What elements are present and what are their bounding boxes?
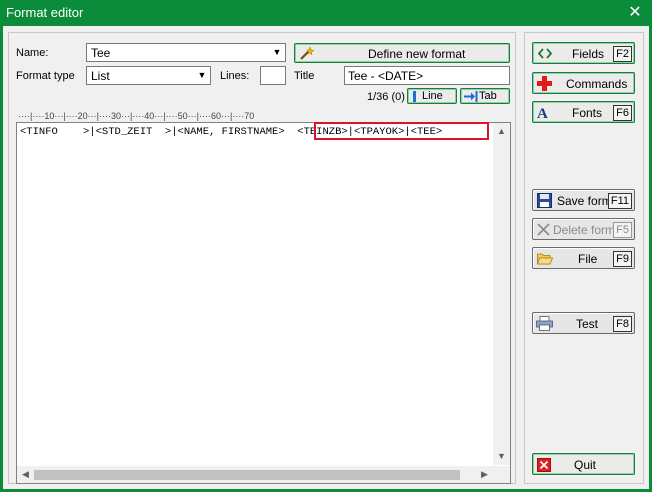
format-editor-window: Format editor ✕ Name: Tee ▼ Define new f… [0,0,652,492]
chevron-down-icon[interactable]: ▼ [194,67,210,84]
scroll-left-icon[interactable]: ◀ [17,466,34,483]
scroll-down-icon[interactable]: ▼ [493,448,510,465]
title-input-value: Tee - <DATE> [348,69,424,83]
define-new-format-button[interactable]: Define new format [294,43,510,63]
delete-format-button[interactable]: Delete forma F5 [532,218,635,240]
tab-button[interactable]: Tab [460,88,510,104]
action-panel: Fields F2 Commands A Fonts F6 Save forma… [524,32,644,484]
fields-button[interactable]: Fields F2 [532,42,635,64]
column-ruler: ····|····10···|····20···|····30···|····4… [18,112,255,121]
fonts-shortcut: F6 [613,105,632,121]
quit-button[interactable]: Quit [532,453,635,475]
quit-button-label: Quit [574,458,597,472]
client-area: Name: Tee ▼ Define new format Format typ… [3,26,649,489]
magic-wand-icon [300,46,315,60]
horizontal-scroll-thumb[interactable] [34,470,460,480]
plus-icon [537,76,552,91]
define-new-format-label: Define new format [368,47,466,61]
tab-arrow-icon [464,91,478,102]
lines-label: Lines: [220,70,250,82]
lines-input[interactable] [260,66,286,85]
format-type-combo[interactable]: List ▼ [86,66,211,85]
folder-open-icon [537,253,553,265]
test-button-label: Test [576,317,599,331]
delete-format-button-label: Delete forma [553,223,622,237]
svg-text:A: A [537,106,548,120]
quit-x-icon [537,458,551,472]
vertical-scrollbar[interactable]: ▲ ▼ [493,123,510,465]
file-button[interactable]: File F9 [532,247,635,269]
fonts-button-label: Fonts [572,106,603,120]
horizontal-scrollbar[interactable]: ◀ ▶ [17,466,493,483]
format-text-editor[interactable]: <TINFO >|<STD_ZEIT >|<NAME, FIRSTNAME> <… [16,122,511,484]
test-button[interactable]: Test F8 [532,312,635,334]
name-combo[interactable]: Tee ▼ [86,43,286,62]
highlight-box [314,122,489,140]
test-shortcut: F8 [613,316,632,332]
name-label: Name: [16,47,49,59]
fonts-button[interactable]: A Fonts F6 [532,101,635,123]
fields-shortcut: F2 [613,46,632,62]
file-button-label: File [578,252,598,266]
scroll-up-icon[interactable]: ▲ [493,123,510,140]
chevron-down-icon[interactable]: ▼ [269,44,285,61]
line-icon [413,91,416,102]
position-counter: 1/36 (0) [367,91,405,103]
scroll-corner [493,466,510,483]
font-letter-icon: A [537,106,548,120]
line-button-label: Line [422,90,443,102]
tab-button-label: Tab [479,90,497,102]
name-combo-value: Tee [91,46,111,60]
format-type-label: Format type [16,70,75,82]
code-brackets-icon [537,48,553,59]
printer-icon [536,316,553,331]
fields-button-label: Fields [572,47,605,61]
save-format-shortcut: F11 [607,193,632,209]
line-button[interactable]: Line [407,88,457,104]
title-label: Title [294,70,315,82]
format-type-value: List [91,69,110,83]
window-title: Format editor [6,5,84,20]
scroll-right-icon[interactable]: ▶ [476,466,493,483]
delete-format-shortcut: F5 [613,222,632,238]
x-delete-icon [537,223,550,236]
close-icon[interactable]: ✕ [624,2,646,24]
title-bar: Format editor ✕ [0,0,652,26]
commands-button[interactable]: Commands [532,72,635,94]
title-input[interactable]: Tee - <DATE> [344,66,510,85]
file-shortcut: F9 [613,251,632,267]
main-panel: Name: Tee ▼ Define new format Format typ… [8,32,516,484]
floppy-disk-icon [537,193,552,208]
commands-button-label: Commands [566,77,628,91]
save-format-button[interactable]: Save format F11 [532,189,635,211]
